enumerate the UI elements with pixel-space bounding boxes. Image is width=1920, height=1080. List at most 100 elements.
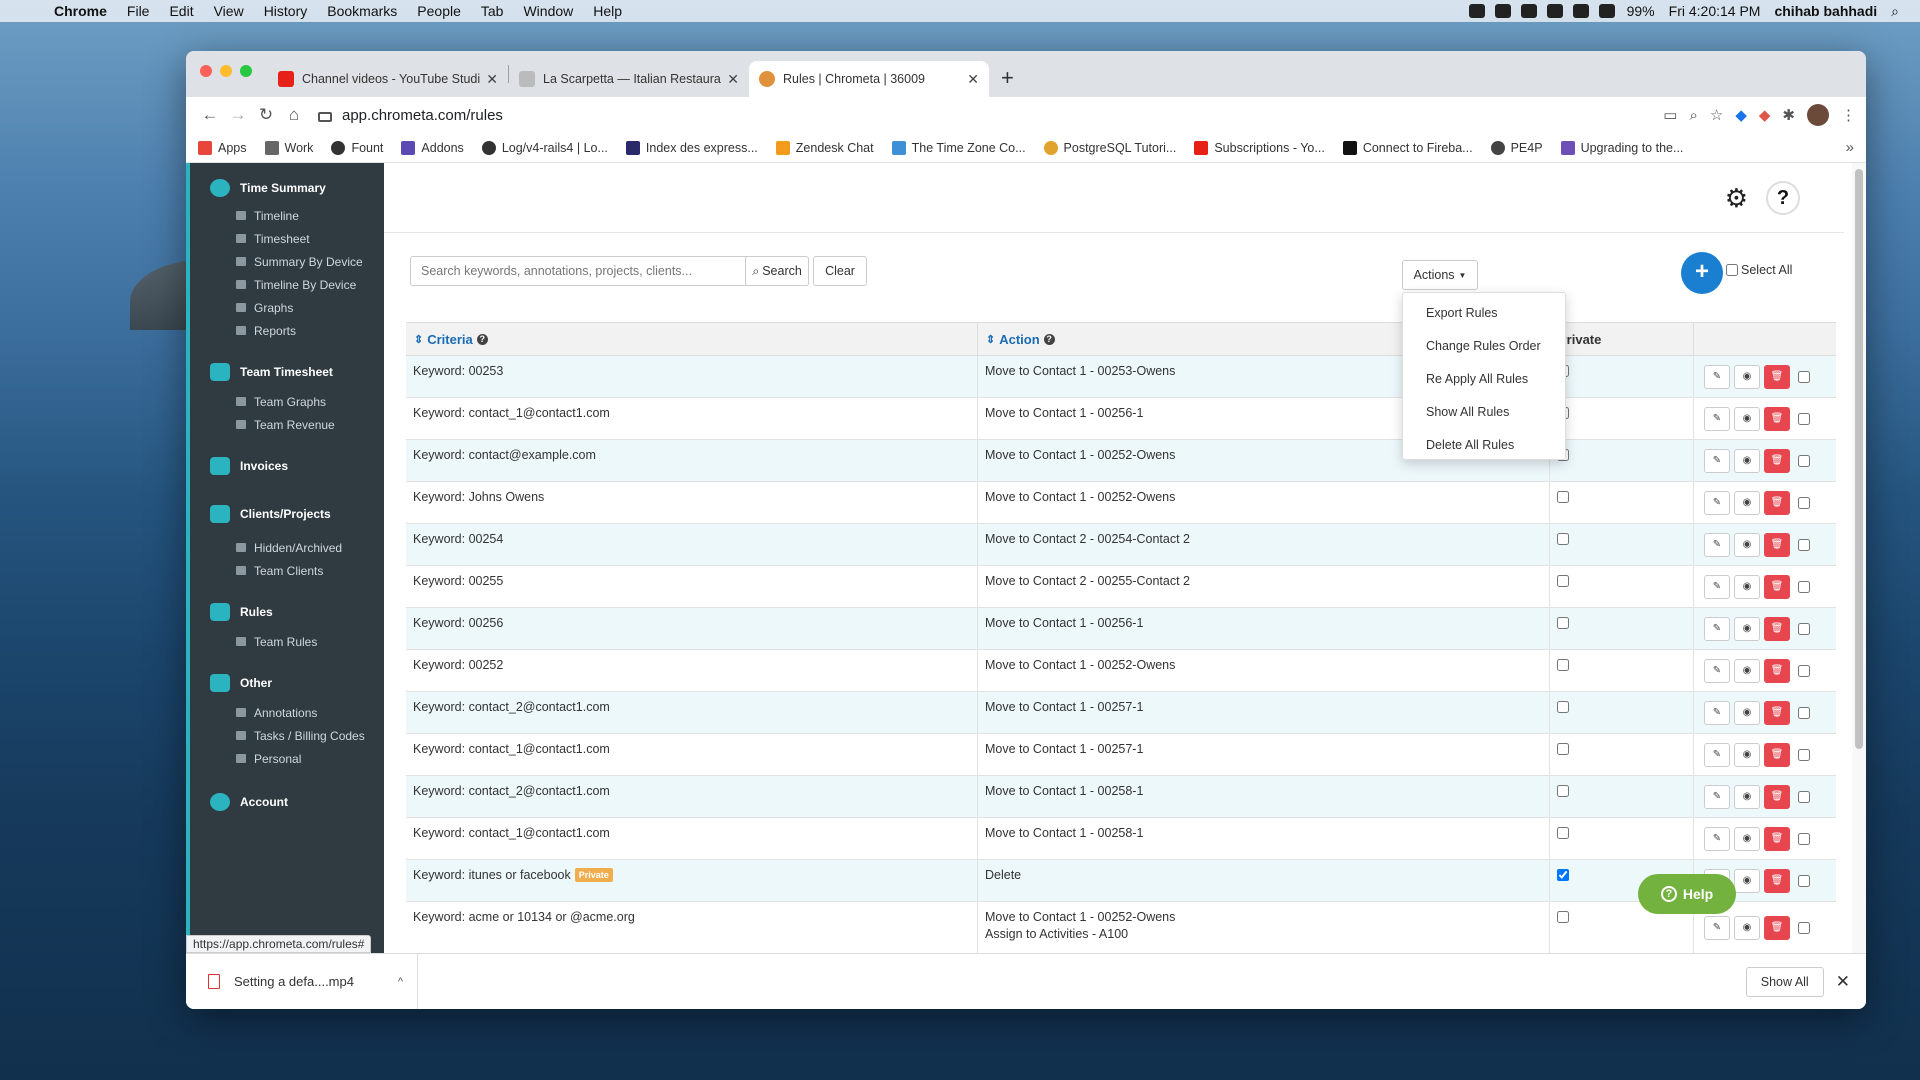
menubar-view[interactable]: View xyxy=(204,3,254,19)
delete-icon[interactable]: 🗑 xyxy=(1764,574,1790,599)
view-icon[interactable]: ◉ xyxy=(1734,742,1760,767)
view-icon[interactable]: ◉ xyxy=(1734,574,1760,599)
delete-icon[interactable]: 🗑 xyxy=(1764,742,1790,767)
actions-dropdown-button[interactable]: Actions ▼ xyxy=(1402,260,1478,290)
view-icon[interactable]: ◉ xyxy=(1734,532,1760,557)
edit-icon[interactable]: ✎ xyxy=(1704,490,1730,515)
sidebar-item-summary-by-device[interactable]: Summary By Device xyxy=(190,250,384,273)
row-select-checkbox[interactable] xyxy=(1798,538,1810,551)
private-checkbox[interactable] xyxy=(1557,827,1569,839)
menubar-edit[interactable]: Edit xyxy=(159,3,203,19)
forward-icon[interactable]: → xyxy=(224,105,252,125)
row-select-checkbox[interactable] xyxy=(1798,790,1810,803)
spotlight-icon[interactable]: ⌕ xyxy=(1884,3,1906,20)
close-icon[interactable]: ✕ xyxy=(1836,972,1850,992)
lock-icon[interactable] xyxy=(318,112,332,122)
question-icon[interactable]: ? xyxy=(1043,333,1055,345)
battery-percent[interactable]: 99% xyxy=(1620,3,1662,19)
bookmark-item[interactable]: Zendesk Chat xyxy=(775,140,874,155)
edit-icon[interactable]: ✎ xyxy=(1704,915,1730,940)
sidebar-item-personal[interactable]: Personal xyxy=(190,747,384,770)
delete-icon[interactable]: 🗑 xyxy=(1764,658,1790,683)
page-scrollbar[interactable] xyxy=(1852,163,1866,953)
edit-icon[interactable]: ✎ xyxy=(1704,532,1730,557)
back-icon[interactable]: ← xyxy=(196,105,224,125)
bookmark-item[interactable]: Fount xyxy=(331,140,383,155)
menubar-file[interactable]: File xyxy=(117,3,160,19)
add-rule-button[interactable]: + xyxy=(1681,252,1723,294)
show-all-downloads-button[interactable]: Show All xyxy=(1745,966,1824,997)
view-icon[interactable]: ◉ xyxy=(1734,364,1760,389)
tray-app-icon[interactable] xyxy=(1468,4,1485,18)
select-all[interactable]: Select All xyxy=(1726,263,1792,277)
view-icon[interactable]: ◉ xyxy=(1734,868,1760,893)
private-checkbox[interactable] xyxy=(1557,491,1569,503)
url-text[interactable]: app.chrometa.com/rules xyxy=(342,107,503,124)
view-icon[interactable]: ◉ xyxy=(1734,490,1760,515)
view-icon[interactable]: ◉ xyxy=(1734,915,1760,940)
download-item[interactable]: Setting a defa....mp4 ^ xyxy=(186,954,418,1009)
chevron-up-icon[interactable]: ^ xyxy=(398,976,403,988)
private-checkbox[interactable] xyxy=(1557,659,1569,671)
sidebar-section-invoices[interactable]: Invoices xyxy=(190,454,384,478)
close-tab-icon[interactable]: ✕ xyxy=(486,71,498,88)
row-select-checkbox[interactable] xyxy=(1798,921,1810,934)
row-select-checkbox[interactable] xyxy=(1798,580,1810,593)
bookmark-item[interactable]: Upgrading to the... xyxy=(1560,140,1683,155)
delete-icon[interactable]: 🗑 xyxy=(1764,915,1790,940)
menu-item-export-rules[interactable]: Export Rules xyxy=(1403,297,1565,330)
menubar-window[interactable]: Window xyxy=(513,3,583,19)
sidebar-item-reports[interactable]: Reports xyxy=(190,319,384,342)
private-checkbox[interactable] xyxy=(1557,533,1569,545)
zoom-window-button[interactable] xyxy=(240,65,252,77)
menu-item-show-all-rules[interactable]: Show All Rules xyxy=(1403,396,1565,429)
bookmarks-overflow-icon[interactable]: » xyxy=(1846,139,1854,156)
bookmark-item[interactable]: Addons xyxy=(401,140,464,155)
row-select-checkbox[interactable] xyxy=(1798,748,1810,761)
view-icon[interactable]: ◉ xyxy=(1734,448,1760,473)
address-bar[interactable]: app.chrometa.com/rules xyxy=(318,100,1653,130)
chrome-menu-icon[interactable]: ⋮ xyxy=(1841,106,1856,124)
sidebar-item-team-graphs[interactable]: Team Graphs xyxy=(190,390,384,413)
sidebar-item-hidden-archived[interactable]: Hidden/Archived xyxy=(190,536,384,559)
bookmark-item[interactable]: Subscriptions - Yo... xyxy=(1194,140,1325,155)
view-icon[interactable]: ◉ xyxy=(1734,784,1760,809)
edit-icon[interactable]: ✎ xyxy=(1704,742,1730,767)
sidebar-item-team-revenue[interactable]: Team Revenue xyxy=(190,413,384,436)
bookmark-item[interactable]: Work xyxy=(264,140,313,155)
column-header-criteria[interactable]: ⇕ Criteria? xyxy=(406,323,978,355)
view-icon[interactable]: ◉ xyxy=(1734,700,1760,725)
close-tab-icon[interactable]: ✕ xyxy=(727,71,739,88)
edit-icon[interactable]: ✎ xyxy=(1704,574,1730,599)
menu-item-change-rules-order[interactable]: Change Rules Order xyxy=(1403,330,1565,363)
row-select-checkbox[interactable] xyxy=(1798,412,1810,425)
bluetooth-icon[interactable] xyxy=(1572,4,1589,18)
row-select-checkbox[interactable] xyxy=(1798,454,1810,467)
sidebar-item-tasks-billing-codes[interactable]: Tasks / Billing Codes xyxy=(190,724,384,747)
delete-icon[interactable]: 🗑 xyxy=(1764,406,1790,431)
edit-icon[interactable]: ✎ xyxy=(1704,616,1730,641)
delete-icon[interactable]: 🗑 xyxy=(1764,616,1790,641)
delete-icon[interactable]: 🗑 xyxy=(1764,784,1790,809)
close-window-button[interactable] xyxy=(200,65,212,77)
home-icon[interactable]: ⌂ xyxy=(280,105,308,125)
edit-icon[interactable]: ✎ xyxy=(1704,364,1730,389)
search-button[interactable]: ⌕ Search xyxy=(745,256,809,286)
cast-icon[interactable]: ▭ xyxy=(1663,106,1677,124)
delete-icon[interactable]: 🗑 xyxy=(1764,868,1790,893)
bookmark-item[interactable]: The Time Zone Co... xyxy=(891,140,1026,155)
settings-gears-icon[interactable]: ⚙ xyxy=(1725,183,1748,214)
clear-button[interactable]: Clear xyxy=(813,256,867,286)
private-checkbox[interactable] xyxy=(1557,785,1569,797)
zoom-icon[interactable]: ⌕ xyxy=(1689,107,1697,124)
extensions-puzzle-icon[interactable]: ✱ xyxy=(1782,106,1795,124)
minimize-window-button[interactable] xyxy=(220,65,232,77)
clock[interactable]: Fri 4:20:14 PM xyxy=(1662,3,1768,19)
row-select-checkbox[interactable] xyxy=(1798,622,1810,635)
row-select-checkbox[interactable] xyxy=(1798,496,1810,509)
sidebar-section-other[interactable]: Other xyxy=(190,671,384,695)
row-select-checkbox[interactable] xyxy=(1798,664,1810,677)
menubar-history[interactable]: History xyxy=(254,3,318,19)
sidebar-item-graphs[interactable]: Graphs xyxy=(190,296,384,319)
edit-icon[interactable]: ✎ xyxy=(1704,826,1730,851)
